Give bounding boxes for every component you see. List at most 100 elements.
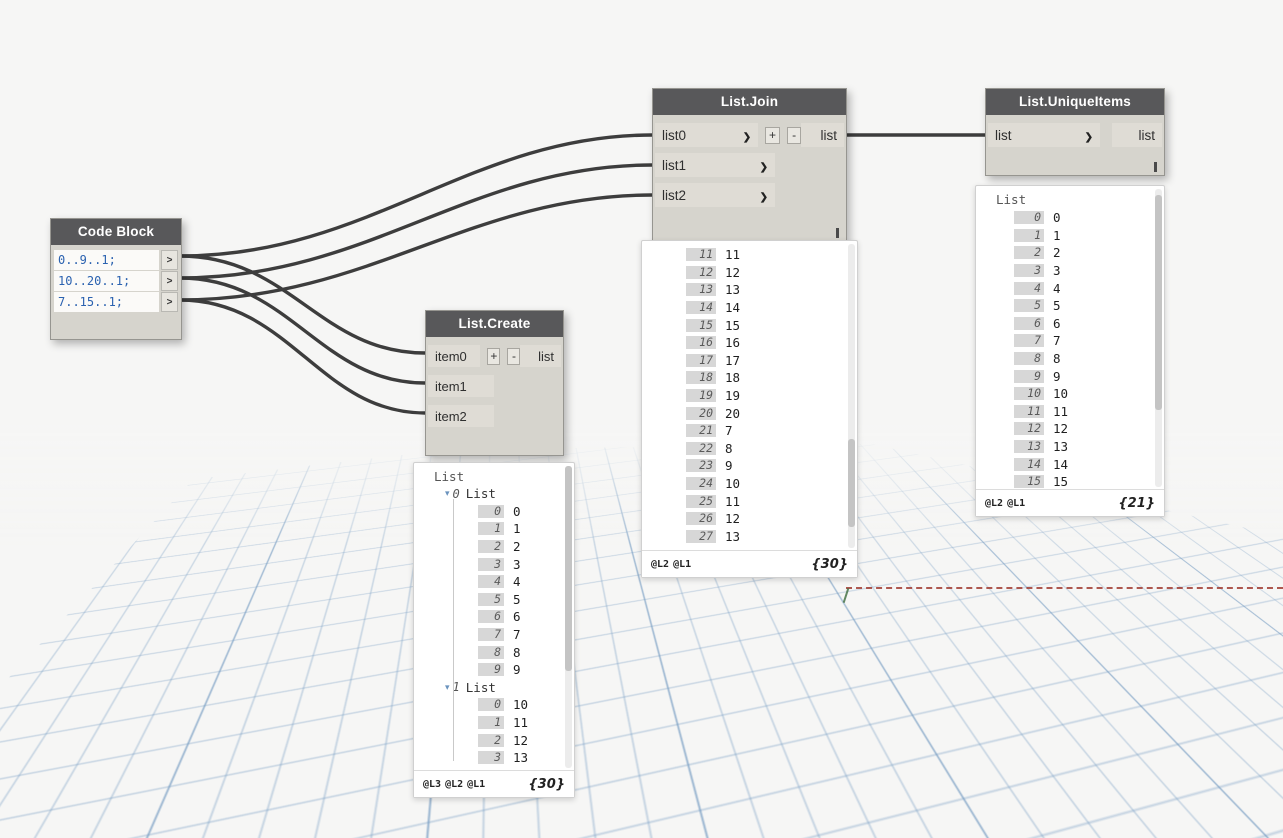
level-button[interactable]: @L2 (985, 498, 1003, 509)
dynamo-workspace[interactable]: Code Block 0..9..1; 10..20..1; 7..15..1;… (0, 0, 1283, 838)
list-item-row: 22 (1014, 244, 1164, 262)
node-title[interactable]: List.UniqueItems (986, 89, 1164, 115)
add-port-button[interactable]: + (765, 126, 780, 144)
item-value: 15 (725, 317, 741, 333)
level-button[interactable]: @L1 (673, 559, 691, 570)
level-button[interactable]: @L2 (651, 559, 669, 570)
level-buttons: @L2 @L1 (651, 559, 695, 570)
item-value: 14 (725, 300, 741, 316)
preview-bubble-list-unique-items[interactable]: List 0 0 1 1 2 2 3 3 4 4 5 5 6 6 7 7 8 8 9 9 10 10 11 11 12 12 13 1… (975, 185, 1165, 517)
code-block-body[interactable]: 0..9..1; 10..20..1; 7..15..1; (51, 245, 181, 339)
output-port-chevron-icon[interactable] (161, 271, 178, 291)
item-value: 13 (725, 528, 741, 544)
item-value: 7 (725, 423, 733, 439)
input-port-item0[interactable]: item0 (428, 345, 481, 367)
item-index: 4 (1014, 281, 1044, 295)
preview-bubble-list-create[interactable]: List ▾ 0 List 0 0 1 1 2 2 3 3 4 4 5 5 6 6 7 7 8 8 9 9 ▾ 1 List 0 10… (413, 462, 575, 798)
item-value: 3 (513, 556, 521, 572)
code-line-row: 7..15..1; (54, 292, 178, 312)
output-port-list[interactable]: list (520, 345, 562, 367)
level-button[interactable]: @L1 (467, 779, 485, 790)
preview-scrollbar[interactable] (565, 466, 572, 768)
preview-scrollbar[interactable] (1155, 189, 1162, 487)
item-value: 7 (1053, 333, 1061, 349)
group-rows: 00112233445566778899 (414, 503, 574, 679)
list-item-row: 1 11 (414, 714, 574, 732)
item-index: 3 (478, 557, 504, 571)
list-item-row: 17 17 (686, 352, 857, 370)
level-button[interactable]: @L1 (1007, 498, 1025, 509)
output-port-chevron-icon[interactable] (161, 292, 178, 312)
scrollbar-thumb[interactable] (1155, 194, 1162, 410)
scrollbar-thumb[interactable] (565, 466, 572, 672)
code-line[interactable]: 10..20..1; (54, 271, 159, 291)
wire-connection[interactable] (178, 193, 654, 302)
node-code-block[interactable]: Code Block 0..9..1; 10..20..1; 7..15..1; (50, 218, 182, 340)
preview-scrollbar[interactable] (848, 244, 855, 548)
input-port-list1[interactable]: list1 (655, 153, 775, 177)
list-item-row: 15 15 (1014, 473, 1164, 491)
item-value: 16 (725, 335, 741, 351)
item-index: 7 (1014, 334, 1044, 348)
list-item-row: 88 (1014, 350, 1164, 368)
item-value: 0 (513, 503, 521, 519)
remove-port-button[interactable]: - (786, 126, 802, 144)
list-item-row: 25 11 (686, 492, 857, 510)
preview-bubble-list-join[interactable]: 11 11 12 12 13 13 14 14 15 15 16 16 17 17 18 18 19 19 20 20… (641, 240, 858, 578)
output-port-list[interactable]: list (1112, 123, 1162, 147)
scrollbar-thumb[interactable] (848, 438, 855, 527)
node-list-create[interactable]: List.Create item0 + - list item1 item2 (425, 310, 564, 456)
item-value: 4 (1053, 280, 1061, 296)
item-index: 4 (478, 575, 504, 589)
list-group-header[interactable]: ▾ 1 List (414, 679, 574, 697)
item-value: 9 (1053, 368, 1061, 384)
remove-port-button[interactable]: - (507, 347, 521, 365)
wire-connection[interactable] (178, 163, 654, 280)
code-line[interactable]: 7..15..1; (54, 292, 159, 312)
port-chevron-icon (1085, 128, 1093, 143)
item-index: 7 (478, 628, 504, 642)
input-port-item1[interactable]: item1 (428, 375, 494, 397)
group-label: List (465, 679, 496, 695)
item-value: 2 (1053, 245, 1061, 261)
level-button[interactable]: @L2 (445, 779, 463, 790)
node-title[interactable]: List.Join (653, 89, 846, 115)
wire-connection[interactable] (178, 133, 654, 258)
item-index: 21 (686, 424, 716, 438)
output-port-list[interactable]: list (801, 123, 845, 147)
input-port-list0[interactable]: list0 (655, 123, 759, 147)
item-index: 12 (1014, 422, 1044, 436)
item-value: 14 (1053, 456, 1069, 472)
item-index: 14 (1014, 457, 1044, 471)
input-port-item2[interactable]: item2 (428, 405, 494, 427)
port-label: item2 (435, 408, 467, 424)
node-preview-toggle[interactable] (836, 228, 839, 238)
node-preview-toggle[interactable] (1154, 162, 1157, 172)
list-group-header[interactable]: ▾ 0 List (414, 485, 574, 503)
node-list-join[interactable]: List.Join list0 + - list list1 list2 (652, 88, 847, 242)
code-line[interactable]: 0..9..1; (54, 250, 159, 270)
list-item-row: 00 (414, 503, 574, 521)
input-port-list2[interactable]: list2 (655, 183, 775, 207)
list-item-row: 15 15 (686, 316, 857, 334)
list-item-row: 11 11 (1014, 403, 1164, 421)
node-title[interactable]: Code Block (51, 219, 181, 245)
port-chevron-icon (760, 188, 768, 203)
port-label: list2 (662, 187, 687, 203)
output-port-chevron-icon[interactable] (161, 250, 178, 270)
collapse-triangle-icon[interactable]: ▾ (445, 488, 450, 499)
port-row: list0 + - list (655, 123, 845, 147)
item-index: 2 (1014, 246, 1044, 260)
collapse-triangle-icon[interactable]: ▾ (445, 682, 450, 693)
add-port-button[interactable]: + (487, 347, 501, 365)
item-value: 17 (725, 352, 741, 368)
list-item-row: 22 (414, 538, 574, 556)
item-value: 12 (725, 264, 741, 280)
list-item-row: 26 12 (686, 510, 857, 528)
level-button[interactable]: @L3 (423, 779, 441, 790)
node-title[interactable]: List.Create (426, 311, 563, 337)
wire-connection[interactable] (178, 276, 427, 385)
node-list-unique-items[interactable]: List.UniqueItems list list (985, 88, 1165, 176)
input-port-list[interactable]: list (988, 123, 1100, 147)
wire-connection[interactable] (178, 298, 427, 415)
